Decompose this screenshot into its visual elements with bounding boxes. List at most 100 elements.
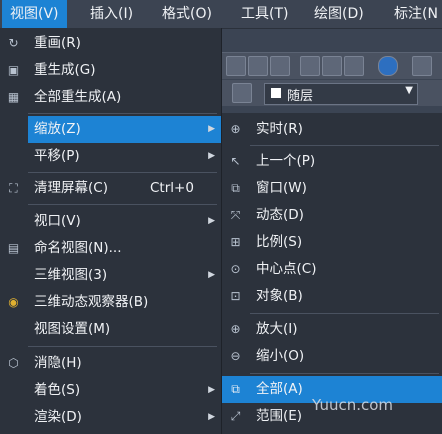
menu-item-regen-all[interactable]: ▦ 全部重生成(A) (0, 84, 221, 111)
zoom-object-icon: ⊡ (230, 289, 241, 303)
menu-item-label: 动态(D) (256, 207, 304, 223)
toolbar-button[interactable] (226, 56, 246, 76)
zoom-item-window[interactable]: ⧉ 窗口(W) (222, 175, 442, 202)
menu-item-3d-orbit[interactable]: ◉ 三维动态观察器(B) (0, 289, 221, 316)
separator (28, 172, 217, 173)
menu-item-view-settings[interactable]: 视图设置(M) (0, 316, 221, 343)
menu-item-label: 着色(S) (34, 382, 81, 398)
menu-item-label: 视图设置(M) (34, 321, 111, 337)
separator (250, 145, 439, 146)
separator (28, 346, 217, 347)
submenu-arrow-icon: ▶ (208, 151, 215, 161)
menu-item-redraw[interactable]: ↻ 重画(R) (0, 30, 221, 57)
toolbar-button[interactable] (344, 56, 364, 76)
menu-format[interactable]: 格式(O) (154, 0, 220, 28)
menu-item-label: 实时(R) (256, 121, 303, 137)
submenu-arrow-icon: ▶ (208, 385, 215, 395)
zoom-item-object[interactable]: ⊡ 对象(B) (222, 283, 442, 310)
menu-item-label: 清理屏幕(C) (34, 180, 108, 196)
toolbar-button[interactable] (270, 56, 290, 76)
menu-item-named-view[interactable]: ▤ 命名视图(N)... (0, 235, 221, 262)
menu-insert[interactable]: 插入(I) (82, 0, 141, 28)
menu-view[interactable]: 视图(V) (2, 0, 67, 28)
menu-item-label: 重画(R) (34, 35, 81, 51)
menu-item-regen[interactable]: ▣ 重生成(G) (0, 57, 221, 84)
menu-item-label: 对象(B) (256, 288, 303, 304)
help-icon[interactable] (378, 56, 398, 76)
menu-item-hide[interactable]: ⬡ 消隐(H) (0, 350, 221, 377)
menu-item-label: 全部重生成(A) (34, 89, 122, 105)
zoom-item-out[interactable]: ⊖ 缩小(O) (222, 343, 442, 370)
menu-item-pan[interactable]: 平移(P) ▶ (0, 143, 221, 170)
menu-item-zoom[interactable]: 缩放(Z) ▶ (28, 116, 221, 143)
menu-dimension[interactable]: 标注(N (386, 0, 442, 28)
separator (28, 113, 217, 114)
zoom-all-icon: ⧉ (231, 382, 240, 396)
toolbar-button[interactable] (322, 56, 342, 76)
layer-select[interactable]: 随层 ▼ (264, 83, 418, 105)
regen-all-icon: ▦ (7, 90, 20, 104)
zoom-item-dynamic[interactable]: ⤧ 动态(D) (222, 202, 442, 229)
toolbar-button[interactable] (300, 56, 320, 76)
zoom-item-previous[interactable]: ↖ 上一个(P) (222, 148, 442, 175)
menu-item-3d-view[interactable]: 三维视图(3) ▶ (0, 262, 221, 289)
menu-item-viewport[interactable]: 视口(V) ▶ (0, 208, 221, 235)
menu-item-label: 消隐(H) (34, 355, 82, 371)
submenu-arrow-icon: ▶ (208, 270, 215, 280)
menu-item-label: 缩放(Z) (34, 121, 81, 137)
zoom-realtime-icon: ⊕ (230, 122, 241, 136)
zoom-in-icon: ⊕ (230, 322, 241, 336)
text-style-icon[interactable] (412, 56, 432, 76)
named-view-icon: ▤ (7, 241, 20, 255)
zoom-item-realtime[interactable]: ⊕ 实时(R) (222, 116, 442, 143)
menu-item-label: 三维视图(3) (34, 267, 108, 283)
submenu-arrow-icon: ▶ (208, 216, 215, 226)
zoom-previous-icon: ↖ (230, 154, 241, 168)
zoom-submenu: ⊕ 实时(R) ↖ 上一个(P) ⧉ 窗口(W) ⤧ 动态(D) ⊞ 比例(S)… (221, 113, 442, 434)
menu-item-label: 全部(A) (256, 381, 303, 397)
menu-item-shade[interactable]: 着色(S) ▶ (0, 377, 221, 404)
menu-item-label: 平移(P) (34, 148, 80, 164)
shortcut-label: Ctrl+0 (150, 180, 194, 196)
orbit-icon: ◉ (8, 295, 19, 309)
menu-bar: 视图(V) 插入(I) 格式(O) 工具(T) 绘图(D) 标注(N (0, 0, 442, 29)
menu-item-label: 放大(I) (256, 321, 298, 337)
menu-item-label: 上一个(P) (256, 153, 316, 169)
toolbar (222, 52, 442, 79)
menu-item-label: 渲染(D) (34, 409, 82, 425)
menu-item-label: 命名视图(N)... (34, 240, 122, 256)
clean-screen-icon: ⛶ (9, 181, 18, 195)
submenu-arrow-icon: ▶ (208, 124, 215, 134)
separator (250, 313, 439, 314)
watermark: Yuucn.com (312, 396, 394, 414)
menu-item-label: 范围(E) (256, 408, 303, 424)
layer-icon[interactable] (232, 83, 252, 103)
menu-draw[interactable]: 绘图(D) (306, 0, 372, 28)
toolbar-button[interactable] (248, 56, 268, 76)
zoom-scale-icon: ⊞ (230, 235, 241, 249)
layer-toolbar: 随层 ▼ (222, 80, 442, 106)
layer-value: 随层 (287, 89, 314, 104)
menu-item-render[interactable]: 渲染(D) ▶ (0, 404, 221, 431)
hide-icon: ⬡ (8, 356, 19, 370)
menu-item-label: 中心点(C) (256, 261, 317, 277)
color-swatch (271, 88, 281, 98)
zoom-extents-icon: ⤢ (230, 409, 241, 423)
menu-item-label: 视口(V) (34, 213, 81, 229)
regen-icon: ▣ (7, 63, 20, 77)
zoom-item-in[interactable]: ⊕ 放大(I) (222, 316, 442, 343)
zoom-out-icon: ⊖ (230, 349, 241, 363)
zoom-dynamic-icon: ⤧ (230, 208, 241, 222)
zoom-item-center[interactable]: ⊙ 中心点(C) (222, 256, 442, 283)
submenu-arrow-icon: ▶ (208, 412, 215, 422)
menu-item-label: 窗口(W) (256, 180, 307, 196)
zoom-center-icon: ⊙ (230, 262, 241, 276)
menu-item-label: 三维动态观察器(B) (34, 294, 149, 310)
menu-item-clean-screen[interactable]: ⛶ 清理屏幕(C) Ctrl+0 (0, 175, 221, 202)
zoom-window-icon: ⧉ (231, 181, 240, 195)
menu-item-label: 比例(S) (256, 234, 303, 250)
zoom-item-scale[interactable]: ⊞ 比例(S) (222, 229, 442, 256)
chevron-down-icon: ▼ (405, 85, 413, 96)
view-menu: ↻ 重画(R) ▣ 重生成(G) ▦ 全部重生成(A) 缩放(Z) ▶ 平移(P… (0, 28, 222, 434)
menu-tools[interactable]: 工具(T) (233, 0, 296, 28)
